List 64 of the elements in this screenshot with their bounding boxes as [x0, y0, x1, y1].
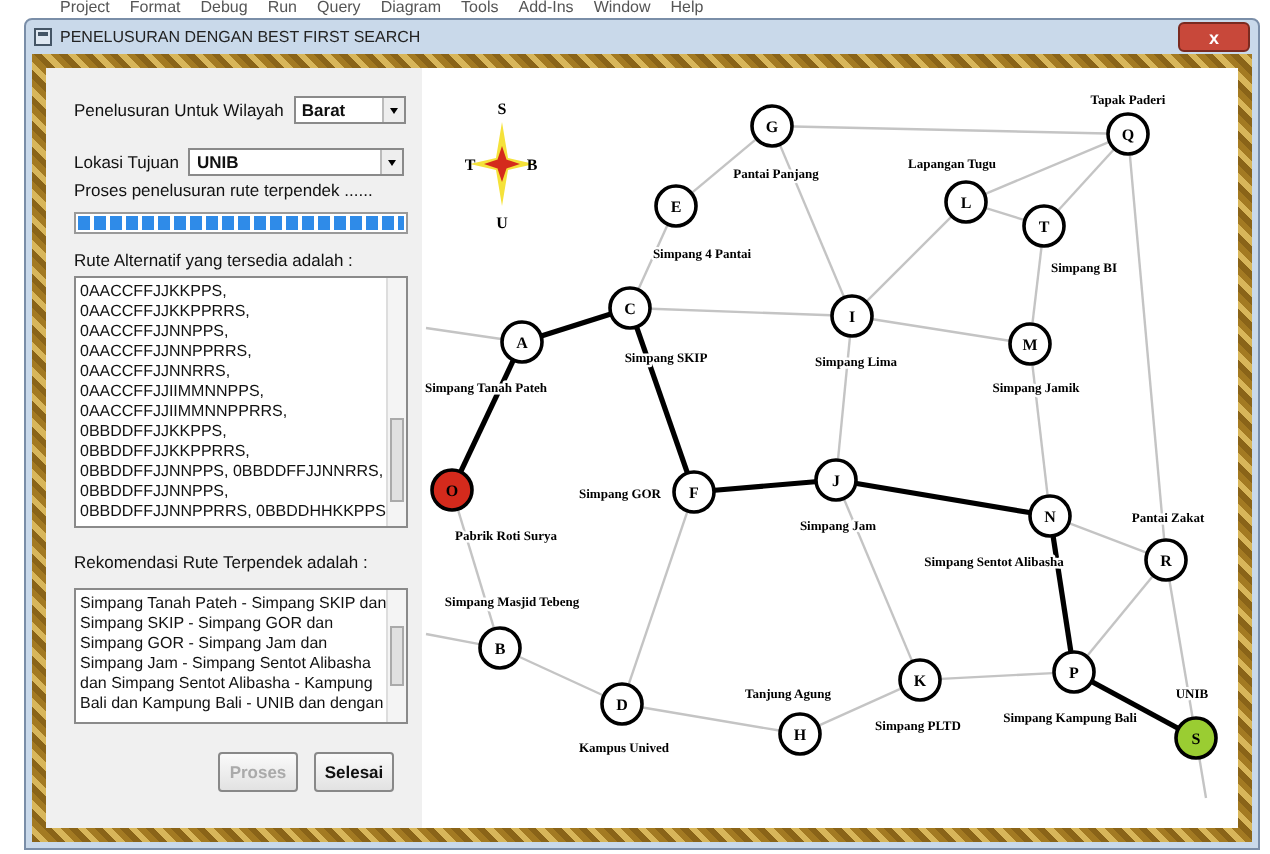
- route-entry: 0AACCFFJJNNRRS,: [80, 362, 233, 382]
- recommendation-text: Bali dan Kampung Bali - UNIB dan dengan: [80, 694, 382, 714]
- scrollbar[interactable]: [386, 278, 406, 526]
- route-entry: 0BBDDFFJJNNPPS, 0BBDDFFJJNNRRS,: [80, 462, 382, 482]
- app-icon: [34, 28, 52, 46]
- node-letter: H: [793, 726, 807, 744]
- route-entry: 0AACCFFJJKKPPRRS,: [80, 302, 252, 322]
- menu-item[interactable]: Format: [129, 0, 181, 18]
- node-letter: K: [913, 672, 927, 690]
- recommendation-textbox[interactable]: [74, 588, 408, 724]
- alternatives-label: Rute Alternatif yang tersedia adalah :: [74, 250, 355, 270]
- route-entry: 0AACCFFJJNNPPS,: [80, 322, 231, 342]
- region-label: Penelusuran Untuk Wilayah: [74, 100, 284, 120]
- node-letter: G: [765, 118, 779, 136]
- alternatives-list[interactable]: [74, 276, 408, 528]
- node-letter: B: [494, 640, 506, 658]
- route-entry: 0BBDDFFJJNNPPS,: [80, 482, 231, 502]
- node-letter: C: [624, 300, 636, 318]
- menu-item[interactable]: Tools: [461, 0, 499, 18]
- route-entry: 0BBDDFFJJKKPPS,: [80, 422, 229, 442]
- menu-item[interactable]: Run: [267, 0, 298, 18]
- node-letter: M: [1022, 336, 1038, 354]
- node-letter: I: [848, 308, 856, 326]
- recommendation-text: Simpang Tanah Pateh - Simpang SKIP dan: [80, 594, 382, 614]
- node-letter: O: [445, 482, 459, 500]
- route-entry: 0AACCFFJJNNPPRRS,: [80, 342, 254, 362]
- node-letter: Q: [1121, 126, 1135, 144]
- recommendation-text: Simpang Jam - Simpang Sentot Alibasha: [80, 654, 373, 674]
- route-entry: 0AACCFFJJIIMMNNPPRRS,: [80, 402, 290, 422]
- compass-drawing: S T B U: [464, 100, 538, 232]
- route-entry: 0BBDDFFJJKKPPRRS,: [80, 442, 252, 462]
- node-letter: T: [1038, 218, 1050, 236]
- window-title: PENELUSURAN DENGAN BEST FIRST SEARCH: [60, 28, 423, 46]
- menu-item[interactable]: Debug: [200, 0, 248, 18]
- node-letter: S: [1191, 730, 1201, 748]
- menu-item[interactable]: Add-Ins: [518, 0, 574, 18]
- destination-dropdown[interactable]: UNIB: [188, 148, 405, 176]
- route-entry: 0BBDDFFJJNNPPRRS, 0BBDDHHKKPPS: [80, 502, 382, 522]
- node-letter: J: [832, 472, 840, 490]
- destination-label: Lokasi Tujuan: [74, 152, 179, 172]
- node-letter: R: [1160, 552, 1172, 570]
- recommendation-label: Rekomendasi Rute Terpendek adalah :: [74, 552, 370, 572]
- route-entry: 0AACCFFJJKKPPS,: [80, 282, 229, 302]
- menu-item[interactable]: Diagram: [380, 0, 442, 18]
- route-entry: 0AACCFFJJIIMMNNPPS,: [80, 382, 267, 402]
- close-button[interactable]: x: [1178, 22, 1250, 52]
- scrollbar[interactable]: [386, 590, 406, 722]
- node-letter: L: [960, 194, 972, 212]
- node-letter: D: [616, 696, 628, 714]
- region-dropdown[interactable]: Barat: [293, 96, 406, 124]
- recommendation-text: Simpang SKIP - Simpang GOR dan: [80, 614, 336, 634]
- node-letter: E: [670, 198, 682, 216]
- node-letter: N: [1044, 508, 1056, 526]
- node-letter: P: [1069, 664, 1079, 682]
- recommendation-text: Simpang GOR - Simpang Jam dan: [80, 634, 330, 654]
- menu-item[interactable]: Project: [60, 0, 110, 18]
- menu-item[interactable]: Help: [670, 0, 704, 18]
- menu-item[interactable]: Window: [593, 0, 651, 18]
- menu-item[interactable]: Query: [317, 0, 361, 18]
- action-button[interactable]: Selesai: [314, 752, 394, 792]
- recommendation-text: dan Simpang Sentot Alibasha - Kampung: [80, 674, 375, 694]
- node-letter: F: [689, 484, 699, 502]
- progress-label: Proses penelusuran rute terpendek ......: [74, 180, 375, 200]
- node-letter: A: [516, 334, 528, 352]
